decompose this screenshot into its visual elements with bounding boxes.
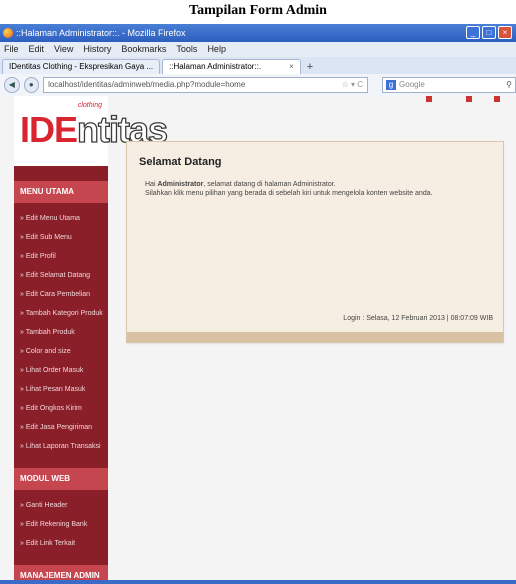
sidebar-item-edit-rekening-bank[interactable]: » Edit Rekening Bank bbox=[14, 515, 108, 534]
url-text: localhost/identitas/adminweb/media.php?m… bbox=[48, 80, 246, 89]
page-content: IDEntitas clothing MENU UTAMA » Edit Men… bbox=[0, 96, 516, 584]
menu-history[interactable]: History bbox=[83, 42, 111, 57]
admin-name: Administrator bbox=[157, 181, 204, 188]
menu-bar: File Edit View History Bookmarks Tools H… bbox=[0, 42, 516, 57]
sidebar-item-ganti-header[interactable]: » Ganti Header bbox=[14, 496, 108, 515]
sidebar-item-edit-sub-menu[interactable]: » Edit Sub Menu bbox=[14, 228, 108, 247]
site-identity-icon[interactable]: ● bbox=[23, 77, 40, 93]
sidebar: IDEntitas clothing MENU UTAMA » Edit Men… bbox=[14, 96, 169, 584]
panel-footer bbox=[127, 332, 503, 342]
tab-label: IDentitas Clothing - Ekspresikan Gaya ..… bbox=[9, 62, 154, 71]
logo-subtitle: clothing bbox=[77, 102, 102, 109]
close-button[interactable]: × bbox=[498, 26, 512, 39]
top-decoration bbox=[126, 96, 502, 106]
sidebar-item-edit-ongkos-kirim[interactable]: » Edit Ongkos Kirim bbox=[14, 399, 108, 418]
menu-view[interactable]: View bbox=[54, 42, 73, 57]
logo-part-ide: IDE bbox=[20, 109, 78, 150]
modul-web-header: MODUL WEB bbox=[14, 468, 108, 490]
tab-identitas-clothing[interactable]: IDentitas Clothing - Ekspresikan Gaya ..… bbox=[2, 59, 161, 74]
google-icon: g bbox=[386, 80, 397, 90]
menu-help[interactable]: Help bbox=[207, 42, 226, 57]
sidebar-item-edit-cara-pembelian[interactable]: » Edit Cara Pembelian bbox=[14, 285, 108, 304]
sidebar-item-edit-profil[interactable]: » Edit Profil bbox=[14, 247, 108, 266]
sidebar-item-edit-menu-utama[interactable]: » Edit Menu Utama bbox=[14, 209, 108, 228]
menu-utama-header: MENU UTAMA bbox=[14, 181, 108, 203]
greeting-line: Hai Administrator, selamat datang di hal… bbox=[145, 180, 433, 189]
decor-dot bbox=[494, 96, 500, 102]
menu-bookmarks[interactable]: Bookmarks bbox=[121, 42, 166, 57]
menu-tools[interactable]: Tools bbox=[176, 42, 197, 57]
tab-label: ::Halaman Administrator::. bbox=[169, 62, 262, 71]
navigation-bar: ◀ ● localhost/identitas/adminweb/media.p… bbox=[0, 74, 516, 97]
figure-caption: Tampilan Form Admin bbox=[189, 3, 327, 18]
tab-halaman-administrator[interactable]: ::Halaman Administrator::. × bbox=[162, 59, 301, 74]
welcome-text: Hai Administrator, selamat datang di hal… bbox=[145, 180, 433, 198]
new-tab-button[interactable]: + bbox=[303, 60, 317, 74]
menu-edit[interactable]: Edit bbox=[29, 42, 45, 57]
bookmark-star-icon[interactable]: ☆ ▾ C bbox=[342, 78, 363, 92]
search-box[interactable]: g Google ⚲ bbox=[382, 77, 516, 93]
taskbar-edge bbox=[0, 580, 516, 584]
tab-close-icon[interactable]: × bbox=[289, 60, 294, 74]
firefox-icon bbox=[3, 28, 13, 38]
greeting-prefix: Hai bbox=[145, 181, 158, 188]
sidebar-item-lihat-pesan-masuk[interactable]: » Lihat Pesan Masuk bbox=[14, 380, 108, 399]
browser-window: ::Halaman Administrator::. - Mozilla Fir… bbox=[0, 24, 516, 584]
instruction-line: Silahkan klik menu pilihan yang berada d… bbox=[145, 190, 433, 197]
sidebar-item-edit-link-terkait[interactable]: » Edit Link Terkait bbox=[14, 534, 108, 553]
sidebar-item-tambah-produk[interactable]: » Tambah Produk bbox=[14, 323, 108, 342]
tab-bar: IDentitas Clothing - Ekspresikan Gaya ..… bbox=[0, 57, 516, 74]
main-area: Selamat Datang Hai Administrator, selama… bbox=[126, 141, 504, 355]
page-title: Selamat Datang bbox=[139, 156, 222, 168]
decor-dot bbox=[426, 96, 432, 102]
search-placeholder: Google bbox=[399, 80, 425, 89]
welcome-panel: Selamat Datang Hai Administrator, selama… bbox=[126, 141, 504, 343]
back-icon[interactable]: ◀ bbox=[4, 77, 20, 93]
sidebar-item-color-and-size[interactable]: » Color and size bbox=[14, 342, 108, 361]
window-title: ::Halaman Administrator::. - Mozilla Fir… bbox=[16, 28, 186, 38]
sidebar-item-edit-jasa-pengiriman[interactable]: » Edit Jasa Pengiriman bbox=[14, 418, 108, 437]
title-bar: ::Halaman Administrator::. - Mozilla Fir… bbox=[0, 24, 516, 42]
decor-dot bbox=[466, 96, 472, 102]
url-bar[interactable]: localhost/identitas/adminweb/media.php?m… bbox=[43, 77, 369, 93]
maximize-button[interactable]: □ bbox=[482, 26, 496, 39]
minimize-button[interactable]: _ bbox=[466, 26, 480, 39]
sidebar-item-lihat-order-masuk[interactable]: » Lihat Order Masuk bbox=[14, 361, 108, 380]
search-icon[interactable]: ⚲ bbox=[506, 78, 512, 92]
site-logo[interactable]: IDEntitas clothing bbox=[14, 96, 169, 169]
sidebar-item-tambah-kategori-produk[interactable]: » Tambah Kategori Produk bbox=[14, 304, 108, 323]
login-info: Login : Selasa, 12 Februari 2013 | 08:07… bbox=[343, 315, 493, 322]
sidebar-item-edit-selamat-datang[interactable]: » Edit Selamat Datang bbox=[14, 266, 108, 285]
greeting-suffix: , selamat datang di halaman Administrato… bbox=[203, 181, 336, 188]
window-controls: _ □ × bbox=[466, 26, 512, 39]
menu-file[interactable]: File bbox=[4, 42, 19, 57]
sidebar-item-lihat-laporan-transaksi[interactable]: » Lihat Laporan Transaksi bbox=[14, 437, 108, 456]
